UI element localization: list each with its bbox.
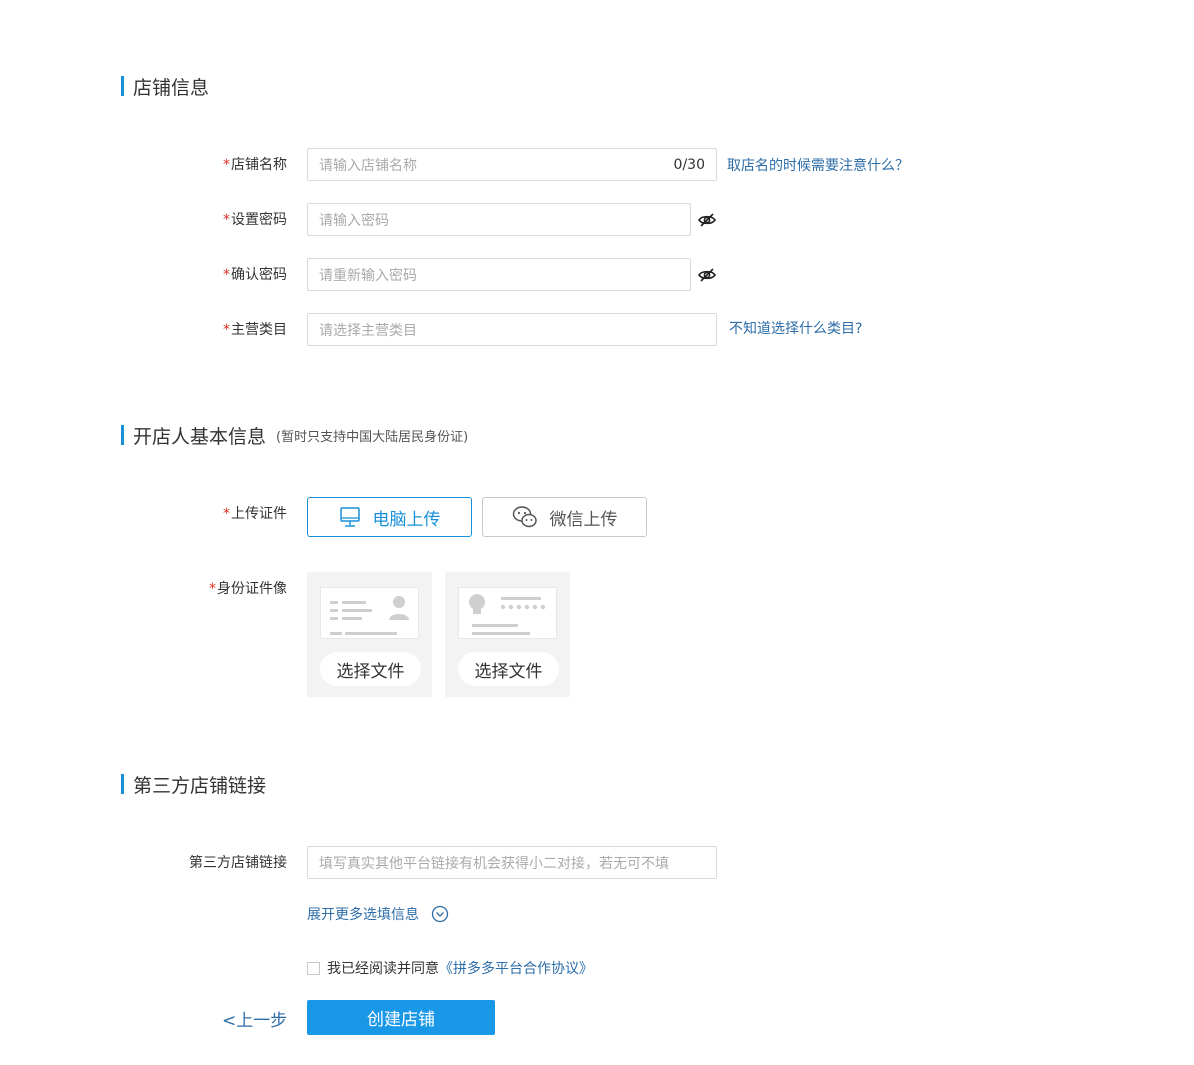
section-note: (暂时只支持中国大陆居民身份证) — [276, 429, 469, 445]
id-card-front-icon — [330, 596, 409, 635]
expand-more-link[interactable]: 展开更多选填信息 — [307, 904, 449, 924]
confirm-password-label: *确认密码 — [223, 267, 287, 283]
chevron-down-circle-icon — [431, 905, 449, 923]
section-title: 店铺信息 — [133, 76, 210, 99]
shop-name-label: *店铺名称 — [223, 157, 287, 173]
id-card-back-icon — [469, 594, 546, 635]
expand-more-label: 展开更多选填信息 — [307, 907, 419, 923]
eye-off-icon[interactable] — [698, 268, 716, 282]
eye-off-icon[interactable] — [698, 213, 716, 227]
section-owner-info: 开店人基本信息 (暂时只支持中国大陆居民身份证) — [121, 422, 468, 448]
agreement-text: 我已经阅读并同意 — [327, 961, 439, 977]
section-marker — [121, 774, 124, 794]
shop-name-input[interactable]: 请输入店铺名称 0/30 — [307, 148, 717, 181]
section-third-party: 第三方店铺链接 — [121, 771, 266, 797]
id-front-upload[interactable]: 选择文件 — [307, 572, 432, 697]
confirm-password-input[interactable]: 请重新输入密码 — [307, 258, 691, 291]
pc-upload-button[interactable]: 电脑上传 — [307, 497, 472, 537]
shop-name-placeholder: 请输入店铺名称 — [319, 157, 417, 174]
pc-upload-label: 电脑上传 — [372, 509, 441, 530]
agreement-link[interactable]: 《拼多多平台合作协议》 — [439, 958, 593, 978]
wechat-upload-label: 微信上传 — [549, 509, 618, 530]
wechat-icon — [512, 506, 537, 528]
back-link[interactable]: <上一步 — [222, 1006, 287, 1031]
agreement-row: 我已经阅读并同意 《拼多多平台合作协议》 — [307, 958, 593, 978]
shop-name-help-link[interactable]: 取店名的时候需要注意什么？ — [727, 155, 909, 175]
section-marker — [121, 76, 124, 96]
id-front-illustration — [320, 587, 419, 639]
id-back-upload[interactable]: 选择文件 — [445, 572, 570, 697]
section-marker — [121, 425, 124, 445]
id-photo-label: *身份证件像 — [209, 581, 287, 597]
shop-name-counter: 0/30 — [673, 156, 705, 173]
section-title: 第三方店铺链接 — [133, 774, 267, 797]
choose-file-front-button[interactable]: 选择文件 — [320, 652, 421, 686]
third-party-link-input[interactable]: 填写真实其他平台链接有机会获得小二对接，若无可不填 — [307, 846, 717, 879]
section-title: 开店人基本信息 — [133, 425, 267, 448]
password-input[interactable]: 请输入密码 — [307, 203, 691, 236]
confirm-password-placeholder: 请重新输入密码 — [319, 267, 417, 284]
category-label: *主营类目 — [223, 322, 287, 338]
password-label: *设置密码 — [223, 212, 287, 228]
agreement-checkbox[interactable] — [307, 961, 320, 975]
create-shop-button[interactable]: 创建店铺 — [307, 1000, 495, 1035]
upload-label: *上传证件 — [223, 506, 287, 522]
id-back-illustration — [458, 587, 557, 639]
section-shop-info: 店铺信息 — [121, 73, 209, 99]
password-placeholder: 请输入密码 — [319, 212, 389, 229]
category-placeholder: 请选择主营类目 — [319, 322, 417, 339]
category-help-link[interactable]: 不知道选择什么类目? — [729, 318, 862, 338]
wechat-upload-button[interactable]: 微信上传 — [482, 497, 647, 537]
third-party-label: 第三方店铺链接 — [189, 855, 287, 871]
category-select[interactable]: 请选择主营类目 — [307, 313, 717, 346]
monitor-icon — [339, 507, 360, 527]
choose-file-back-button[interactable]: 选择文件 — [458, 652, 559, 686]
third-party-placeholder: 填写真实其他平台链接有机会获得小二对接，若无可不填 — [319, 855, 669, 872]
